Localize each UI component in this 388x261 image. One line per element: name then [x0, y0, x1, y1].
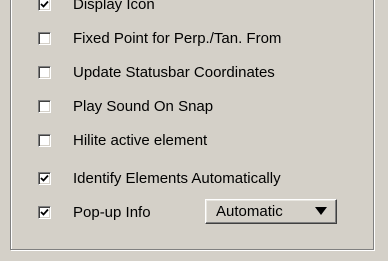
- display-icon-label: Display Icon: [73, 0, 155, 13]
- checkmark-icon: [40, 208, 49, 216]
- option-identify-elements-automatically[interactable]: Identify Elements Automatically: [38, 168, 281, 188]
- update-statusbar-checkbox[interactable]: [38, 65, 51, 79]
- fixed-point-checkbox[interactable]: [38, 31, 51, 45]
- identify-elements-checkbox[interactable]: [38, 171, 51, 185]
- option-hilite-active-element[interactable]: Hilite active element: [38, 130, 207, 150]
- play-sound-checkbox[interactable]: [38, 99, 51, 113]
- update-statusbar-label: Update Statusbar Coordinates: [73, 63, 275, 81]
- identify-elements-label: Identify Elements Automatically: [73, 169, 281, 187]
- hilite-active-label: Hilite active element: [73, 131, 208, 149]
- option-fixed-point-perp-tan[interactable]: Fixed Point for Perp./Tan. From: [38, 28, 281, 48]
- checkmark-icon: [40, 0, 49, 8]
- option-display-icon[interactable]: Display Icon: [38, 0, 155, 14]
- option-popup-info[interactable]: Pop-up Info: [38, 202, 151, 222]
- hilite-active-checkbox[interactable]: [38, 133, 51, 147]
- popup-info-dropdown[interactable]: Automatic: [205, 199, 337, 224]
- option-play-sound-on-snap[interactable]: Play Sound On Snap: [38, 96, 213, 116]
- checkmark-icon: [40, 174, 49, 182]
- popup-info-checkbox[interactable]: [38, 205, 51, 219]
- display-icon-checkbox[interactable]: [38, 0, 51, 11]
- play-sound-label: Play Sound On Snap: [73, 97, 214, 115]
- triangle-down-icon[interactable]: [315, 207, 327, 215]
- option-update-statusbar-coordinates[interactable]: Update Statusbar Coordinates: [38, 62, 275, 82]
- popup-info-dropdown-value: Automatic: [216, 203, 283, 220]
- popup-info-label: Pop-up Info: [73, 203, 151, 221]
- fixed-point-label: Fixed Point for Perp./Tan. From: [73, 29, 282, 47]
